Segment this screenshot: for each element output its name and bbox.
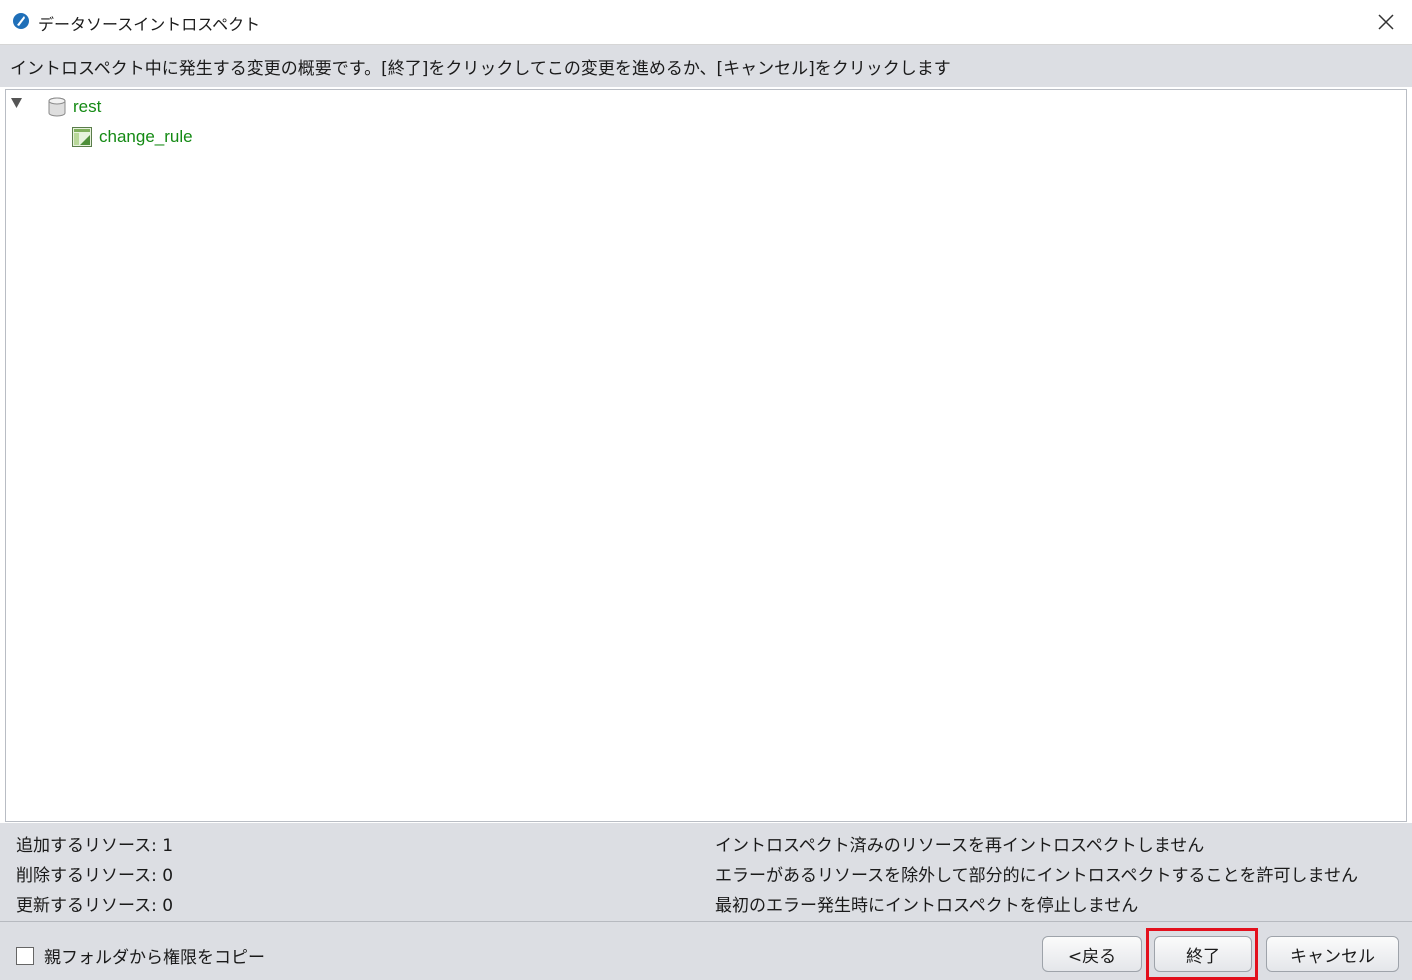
divider: [0, 921, 1412, 922]
copy-permissions-label: 親フォルダから権限をコピー: [44, 948, 265, 968]
finish-button[interactable]: 終了: [1154, 936, 1252, 972]
option-no-partial: エラーがあるリソースを除外して部分的にイントロスペクトすることを許可しません: [715, 866, 1358, 886]
resource-tree[interactable]: rest change_rule: [5, 89, 1407, 822]
cancel-button[interactable]: キャンセル: [1266, 936, 1399, 972]
instruction-text: イントロスペクト中に発生する変更の概要です。[終了]をクリックしてこの変更を進め…: [10, 59, 951, 79]
tree-expand-toggle[interactable]: [9, 96, 23, 110]
stat-add: 追加するリソース: 1: [16, 836, 174, 856]
option-no-stop-on-error: 最初のエラー発生時にイントロスペクトを停止しません: [715, 896, 1139, 916]
option-no-reintrospect: イントロスペクト済みのリソースを再イントロスペクトしません: [715, 836, 1205, 856]
stat-update: 更新するリソース: 0: [16, 896, 174, 916]
title-bar: データソースイントロスペクト: [0, 0, 1412, 45]
app-icon: [13, 13, 29, 29]
database-icon: [48, 97, 66, 117]
tree-node-change-rule[interactable]: change_rule: [72, 127, 193, 147]
tree-node-label: change_rule: [99, 127, 193, 146]
close-button[interactable]: [1368, 4, 1404, 40]
copy-permissions-row[interactable]: 親フォルダから権限をコピー: [16, 943, 265, 968]
tree-node-label: rest: [73, 97, 102, 116]
triangle-down-icon: [10, 98, 22, 108]
close-icon: [1378, 14, 1394, 30]
window-title: データソースイントロスペクト: [38, 15, 261, 34]
instruction-bar: イントロスペクト中に発生する変更の概要です。[終了]をクリックしてこの変更を進め…: [0, 45, 1412, 87]
tree-node-rest[interactable]: rest: [48, 97, 101, 117]
copy-permissions-checkbox[interactable]: [16, 946, 34, 965]
stat-delete: 削除するリソース: 0: [16, 866, 174, 886]
back-button[interactable]: <戻る: [1042, 936, 1142, 972]
table-icon: [72, 127, 92, 147]
